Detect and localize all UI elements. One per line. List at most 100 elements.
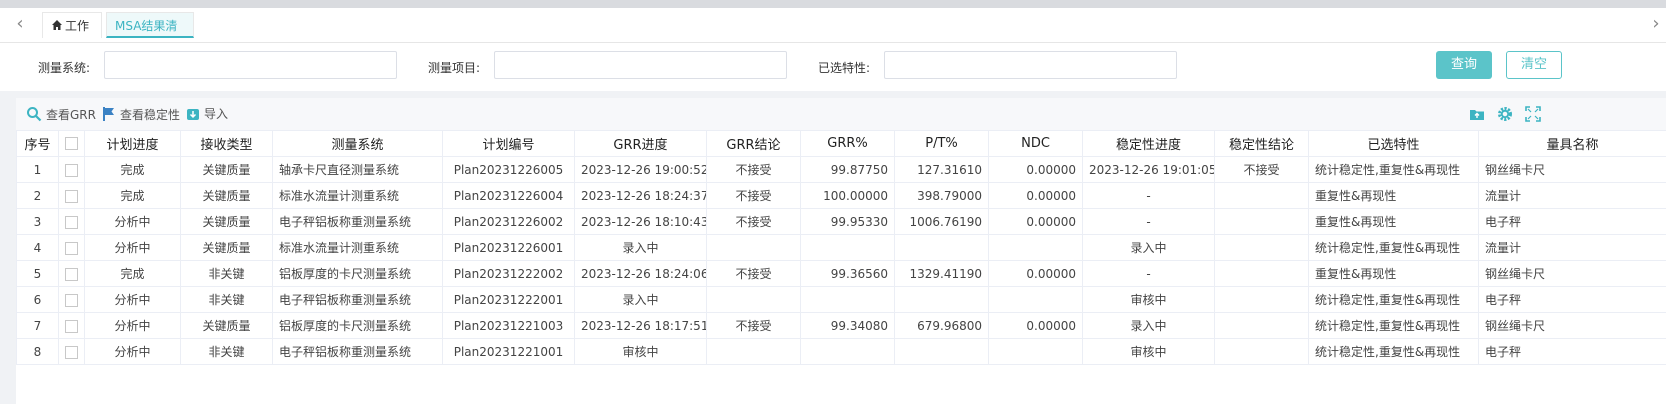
cell-col-measure-system: 轴承卡尺直径测量系统 bbox=[272, 156, 443, 183]
cell-col-select[interactable] bbox=[58, 208, 85, 235]
cell-col-grr-conclusion bbox=[706, 234, 801, 261]
row-checkbox[interactable] bbox=[65, 319, 78, 333]
search-icon bbox=[27, 107, 42, 122]
view-grr-label: 查看GRR bbox=[46, 108, 96, 122]
header-col-selected-features: 已选特性 bbox=[1308, 130, 1479, 157]
cell-col-grr-progress: 审核中 bbox=[574, 338, 707, 365]
cell-col-selected-features: 统计稳定性,重复性&再现性 bbox=[1308, 312, 1479, 339]
item-input[interactable] bbox=[494, 51, 787, 79]
cell-col-select[interactable] bbox=[58, 260, 85, 287]
cell-col-selected-features: 统计稳定性,重复性&再现性 bbox=[1308, 286, 1479, 313]
cell-col-grr-percent: 99.95330 bbox=[800, 208, 895, 235]
cell-col-grr-percent: 100.00000 bbox=[800, 182, 895, 209]
row-checkbox[interactable] bbox=[65, 267, 78, 281]
cell-col-measure-system: 铝板厚度的卡尺测量系统 bbox=[272, 260, 443, 287]
cell-col-ndc: 0.00000 bbox=[988, 208, 1083, 235]
header-col-select[interactable] bbox=[58, 130, 85, 157]
cell-col-gauge-name: 钢丝绳卡尺 bbox=[1478, 312, 1666, 339]
cell-col-plan-number: Plan20231222002 bbox=[442, 260, 575, 287]
cell-col-pt-percent bbox=[894, 234, 989, 261]
select-all-checkbox[interactable] bbox=[65, 137, 78, 150]
cell-col-select[interactable] bbox=[58, 286, 85, 313]
chevron-left-icon[interactable]: ‹ bbox=[10, 14, 30, 34]
cell-col-ndc: 0.00000 bbox=[988, 260, 1083, 287]
cell-col-grr-percent bbox=[800, 338, 895, 365]
cell-col-plan-number: Plan20231226005 bbox=[442, 156, 575, 183]
header-col-receive-type: 接收类型 bbox=[180, 130, 273, 157]
cell-col-stability-conclusion bbox=[1214, 312, 1309, 339]
cell-col-plan-number: Plan20231226002 bbox=[442, 208, 575, 235]
search-bar: 测量系统: 测量项目: 已选特性: 查询 清空 bbox=[0, 43, 1666, 91]
table-row[interactable]: 4 分析中 关键质量 标准水流量计测重系统 Plan20231226001 录入中 录入中统… bbox=[16, 234, 1666, 261]
cell-col-receive-type: 关键质量 bbox=[180, 156, 273, 183]
table-row[interactable]: 5 完成 非关键 铝板厚度的卡尺测量系统 Plan20231222002 2023-12-… bbox=[16, 260, 1666, 287]
view-stability-button[interactable]: 查看稳定性 bbox=[102, 106, 180, 123]
header-col-grr-conclusion: GRR结论 bbox=[706, 130, 801, 157]
cell-col-stability-conclusion bbox=[1214, 338, 1309, 365]
cell-col-select[interactable] bbox=[58, 234, 85, 261]
tab-bar: ‹ 工作台 MSA结果清单 › bbox=[0, 8, 1666, 59]
row-checkbox[interactable] bbox=[65, 345, 78, 359]
cell-col-index: 1 bbox=[16, 156, 59, 183]
cell-col-grr-progress: 录入中 bbox=[574, 234, 707, 261]
cell-col-select[interactable] bbox=[58, 338, 85, 365]
tab-home[interactable]: 工作台 bbox=[42, 12, 102, 59]
cell-col-plan-progress: 完成 bbox=[84, 182, 181, 209]
row-checkbox[interactable] bbox=[65, 215, 78, 229]
cell-col-index: 6 bbox=[16, 286, 59, 313]
cell-col-plan-number: Plan20231226001 bbox=[442, 234, 575, 261]
cell-col-select[interactable] bbox=[58, 182, 85, 209]
cell-col-stability-conclusion: 不接受 bbox=[1214, 156, 1309, 183]
header-col-ndc: NDC bbox=[988, 130, 1083, 157]
row-checkbox[interactable] bbox=[65, 293, 78, 307]
table-row[interactable]: 2 完成 关键质量 标准水流量计测重系统 Plan20231226004 2023-12-… bbox=[16, 182, 1666, 209]
home-icon bbox=[52, 20, 62, 30]
clear-button[interactable]: 清空 bbox=[1506, 51, 1562, 79]
cell-col-selected-features: 统计稳定性,重复性&再现性 bbox=[1308, 156, 1479, 183]
row-checkbox[interactable] bbox=[65, 163, 78, 177]
upload-icon[interactable] bbox=[1469, 106, 1485, 122]
cell-col-index: 4 bbox=[16, 234, 59, 261]
query-button[interactable]: 查询 bbox=[1436, 51, 1492, 79]
cell-col-select[interactable] bbox=[58, 312, 85, 339]
cell-col-selected-features: 重复性&再现性 bbox=[1308, 208, 1479, 235]
import-label: 导入 bbox=[204, 107, 229, 121]
cell-col-stability-progress: 录入中 bbox=[1082, 234, 1215, 261]
cell-col-plan-progress: 完成 bbox=[84, 260, 181, 287]
cell-col-receive-type: 关键质量 bbox=[180, 182, 273, 209]
cell-col-plan-number: Plan20231221001 bbox=[442, 338, 575, 365]
cell-col-selected-features: 重复性&再现性 bbox=[1308, 260, 1479, 287]
cell-col-stability-progress: 审核中 bbox=[1082, 286, 1215, 313]
header-col-stability-conclusion: 稳定性结论 bbox=[1214, 130, 1309, 157]
system-input[interactable] bbox=[104, 51, 397, 79]
row-checkbox[interactable] bbox=[65, 241, 78, 255]
table-row[interactable]: 8 分析中 非关键 电子秤铝板称重测量系统 Plan20231221001 审核中 审核中统… bbox=[16, 338, 1666, 365]
tab-msa-result-list[interactable]: MSA结果清单 bbox=[106, 12, 194, 59]
cell-col-index: 7 bbox=[16, 312, 59, 339]
system-label: 测量系统: bbox=[38, 61, 91, 75]
cell-col-grr-percent: 99.87750 bbox=[800, 156, 895, 183]
table-row[interactable]: 3 分析中 关键质量 电子秤铝板称重测量系统 Plan20231226002 2023-1… bbox=[16, 208, 1666, 235]
cell-col-grr-progress: 2023-12-26 18:24:06 bbox=[574, 260, 707, 287]
gear-icon[interactable] bbox=[1497, 106, 1513, 122]
table-row[interactable]: 7 分析中 关键质量 铝板厚度的卡尺测量系统 Plan20231221003 2023-1… bbox=[16, 312, 1666, 339]
cell-col-grr-conclusion: 不接受 bbox=[706, 260, 801, 287]
cell-col-gauge-name: 电子秤 bbox=[1478, 338, 1666, 365]
cell-col-measure-system: 标准水流量计测重系统 bbox=[272, 234, 443, 261]
view-grr-button[interactable]: 查看GRR bbox=[26, 106, 96, 123]
selected-feature-input[interactable] bbox=[884, 51, 1177, 79]
row-checkbox[interactable] bbox=[65, 189, 78, 203]
chevron-right-icon[interactable]: › bbox=[1646, 14, 1666, 34]
cell-col-gauge-name: 流量计 bbox=[1478, 182, 1666, 209]
cell-col-grr-progress: 2023-12-26 18:10:43 bbox=[574, 208, 707, 235]
header-col-measure-system: 测量系统 bbox=[272, 130, 443, 157]
cell-col-plan-progress: 分析中 bbox=[84, 312, 181, 339]
result-panel: 查看GRR 查看稳定性 导入 序号 计划进度 接收类型 测量系统 计划编号 GRR进度 GR… bbox=[16, 98, 1666, 404]
cell-col-select[interactable] bbox=[58, 156, 85, 183]
import-button[interactable]: 导入 bbox=[186, 106, 228, 122]
cell-col-plan-progress: 分析中 bbox=[84, 208, 181, 235]
cell-col-pt-percent: 679.96800 bbox=[894, 312, 989, 339]
table-row[interactable]: 1 完成 关键质量 轴承卡尺直径测量系统 Plan20231226005 2023-12-… bbox=[16, 156, 1666, 183]
table-row[interactable]: 6 分析中 非关键 电子秤铝板称重测量系统 Plan20231222001 录入中 审核中 统… bbox=[16, 286, 1666, 313]
fullscreen-icon[interactable] bbox=[1525, 106, 1541, 122]
